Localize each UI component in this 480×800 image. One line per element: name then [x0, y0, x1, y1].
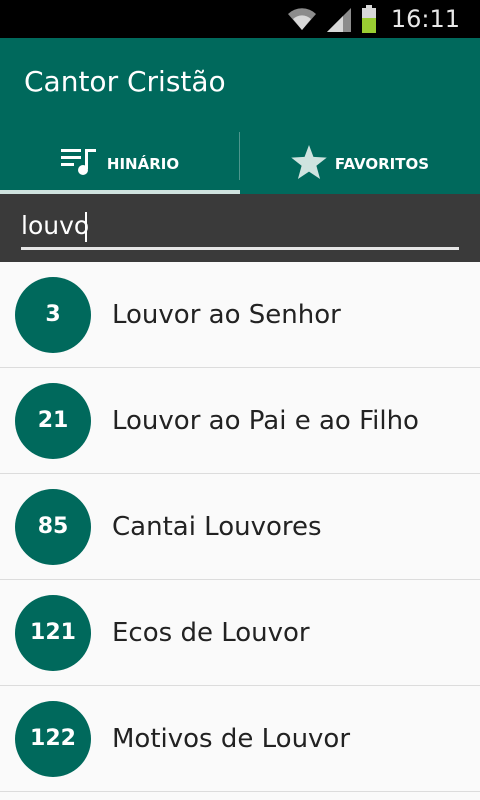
tab-favoritos[interactable]: FAVORITOS [240, 134, 480, 194]
list-item[interactable]: 3 Louvor ao Senhor [0, 262, 480, 368]
list-item[interactable]: 21 Louvor ao Pai e ao Filho [0, 368, 480, 474]
signal-icon [325, 6, 353, 32]
text-cursor [85, 212, 87, 242]
playlist-music-icon [60, 147, 99, 181]
hymn-list: 3 Louvor ao Senhor 21 Louvor ao Pai e ao… [0, 262, 480, 792]
search-area [0, 194, 480, 262]
hymn-number-badge: 85 [15, 488, 91, 565]
hymn-number-badge: 3 [15, 276, 91, 353]
tab-bar: HINÁRIO FAVORITOS [0, 134, 480, 194]
app-title: Cantor Cristão [24, 65, 226, 98]
list-item[interactable]: 85 Cantai Louvores [0, 474, 480, 580]
app-bar: Cantor Cristão HINÁRIO FAVORITOS [0, 38, 480, 194]
hymn-number-badge: 122 [15, 700, 91, 777]
hymn-title: Louvor ao Senhor [112, 299, 341, 330]
clock: 16:11 [390, 5, 460, 33]
hymn-title: Cantai Louvores [112, 511, 322, 542]
star-icon [291, 145, 327, 183]
tab-favoritos-label: FAVORITOS [334, 155, 430, 173]
status-bar: 16:11 [0, 0, 480, 38]
list-item[interactable]: 121 Ecos de Louvor [0, 580, 480, 686]
tab-hinario-label: HINÁRIO [106, 155, 180, 173]
battery-icon [361, 5, 377, 33]
hymn-number-badge: 121 [15, 594, 91, 671]
hymn-title: Louvor ao Pai e ao Filho [112, 405, 419, 436]
hymn-title: Motivos de Louvor [112, 723, 351, 754]
list-item[interactable]: 122 Motivos de Louvor [0, 686, 480, 792]
hymn-title: Ecos de Louvor [112, 617, 310, 648]
tab-divider [239, 132, 240, 180]
wifi-icon [287, 6, 317, 32]
tab-hinario[interactable]: HINÁRIO [0, 134, 240, 194]
hymn-number-badge: 21 [15, 382, 91, 459]
